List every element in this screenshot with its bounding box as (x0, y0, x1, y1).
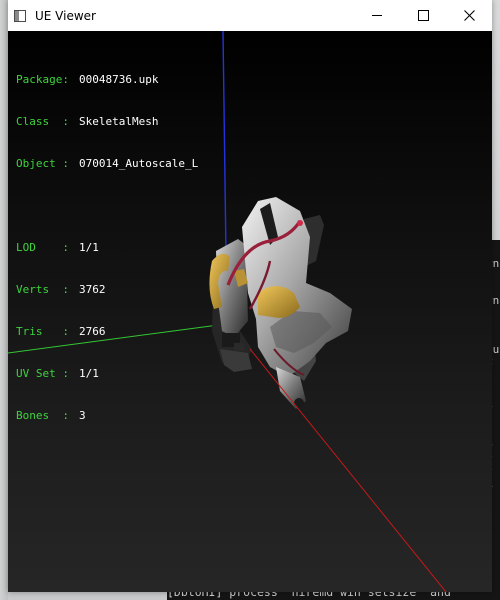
info-key-verts: Verts : (16, 283, 69, 296)
info-key-class: Class : (16, 115, 69, 128)
minimize-icon (372, 15, 382, 16)
info-key-bones: Bones : (16, 409, 69, 422)
info-value-lod: 1/1 (79, 241, 99, 254)
info-value-uvset: 1/1 (79, 367, 99, 380)
info-row-class: Class : SkeletalMesh (16, 115, 198, 129)
ue-viewer-window: UE Viewer Package: 00048736.upk Class: … (8, 0, 492, 592)
3d-viewport[interactable]: Package: 00048736.upk Class : SkeletalMesh… (8, 31, 492, 592)
info-key-uvset: UV Set : (16, 367, 69, 380)
mesh-info-overlay: Package: 00048736.upk Class : SkeletalMesh… (16, 45, 198, 451)
info-key-lod: LOD : (16, 241, 69, 254)
maximize-button[interactable] (400, 0, 446, 31)
info-value-package: 00048736.upk (79, 73, 159, 86)
autoscale-mesh (209, 197, 352, 409)
info-value-verts: 3762 (79, 283, 106, 296)
info-row-lod: LOD : 1/1 (16, 241, 198, 255)
title-bar[interactable]: UE Viewer (8, 0, 492, 31)
info-row-package: Package: 00048736.upk (16, 73, 198, 87)
info-row-object: Object : 070014_Autoscale_L (16, 157, 198, 171)
info-row-bones: Bones : 3 (16, 409, 198, 423)
desktop-background (0, 0, 8, 600)
info-value-object: 070014_Autoscale_L (79, 157, 199, 170)
z-axis-line (222, 31, 227, 257)
info-value-tris: 2766 (79, 325, 106, 338)
info-key-tris: Tris : (16, 325, 69, 338)
info-value-bones: 3 (79, 409, 86, 422)
close-icon (463, 10, 475, 21)
window-title: UE Viewer (35, 8, 96, 23)
info-row-verts: Verts : 3762 (16, 283, 198, 297)
minimize-button[interactable] (354, 0, 400, 31)
info-value-class: SkeletalMesh (79, 115, 159, 128)
info-key-package: Package: (16, 73, 69, 86)
maximize-icon (417, 10, 429, 21)
app-icon (14, 9, 26, 22)
info-row-tris: Tris : 2766 (16, 325, 198, 339)
x-axis-line (249, 348, 447, 592)
info-key-object: Object : (16, 157, 69, 170)
info-row-uvset: UV Set : 1/1 (16, 367, 198, 381)
close-button[interactable] (446, 0, 492, 31)
